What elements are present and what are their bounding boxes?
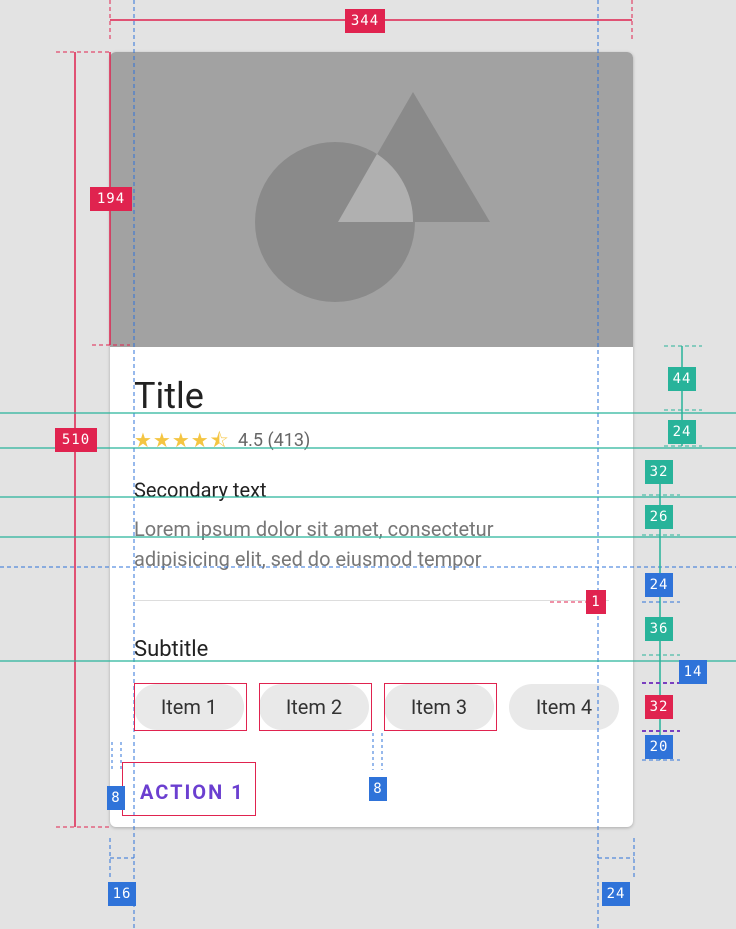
spacing-36-badge: 36	[645, 617, 673, 641]
chip-2-outline	[259, 683, 372, 731]
width-badge: 344	[345, 9, 385, 33]
divider-badge: 1	[586, 590, 606, 614]
spacing-14-badge: 14	[679, 660, 707, 684]
action-outline	[122, 762, 256, 816]
subtitle: Subtitle	[134, 637, 209, 662]
left-padding-badge: 16	[108, 882, 136, 906]
rating-text: 4.5 (413)	[238, 430, 311, 451]
action-padding-badge: 8	[107, 786, 125, 810]
card-title: Title	[134, 375, 204, 417]
media-height-badge: 194	[90, 187, 132, 211]
secondary-text: Secondary text	[134, 478, 267, 502]
spacing-24b-badge: 24	[645, 573, 673, 597]
card-height-badge: 510	[55, 428, 97, 452]
chip-height-badge: 32	[645, 695, 673, 719]
spacing-24-badge: 24	[668, 420, 696, 444]
spacing-26-badge: 26	[645, 505, 673, 529]
spacing-44-badge: 44	[668, 367, 696, 391]
image-placeholder-icon	[255, 92, 490, 302]
spacing-20-badge: 20	[645, 735, 673, 759]
spacing-32-badge: 32	[645, 460, 673, 484]
rating-stars-icon: ★★★★⯪	[134, 428, 230, 452]
media-placeholder	[110, 52, 633, 347]
chip-item-4[interactable]: Item 4	[509, 684, 619, 730]
body-text: Lorem ipsum dolor sit amet, consectetur …	[134, 517, 494, 571]
divider	[134, 600, 609, 601]
right-padding-badge: 24	[602, 882, 630, 906]
chip-spacing-badge: 8	[369, 777, 387, 801]
chip-1-outline	[134, 683, 247, 731]
chip-3-outline	[384, 683, 497, 731]
